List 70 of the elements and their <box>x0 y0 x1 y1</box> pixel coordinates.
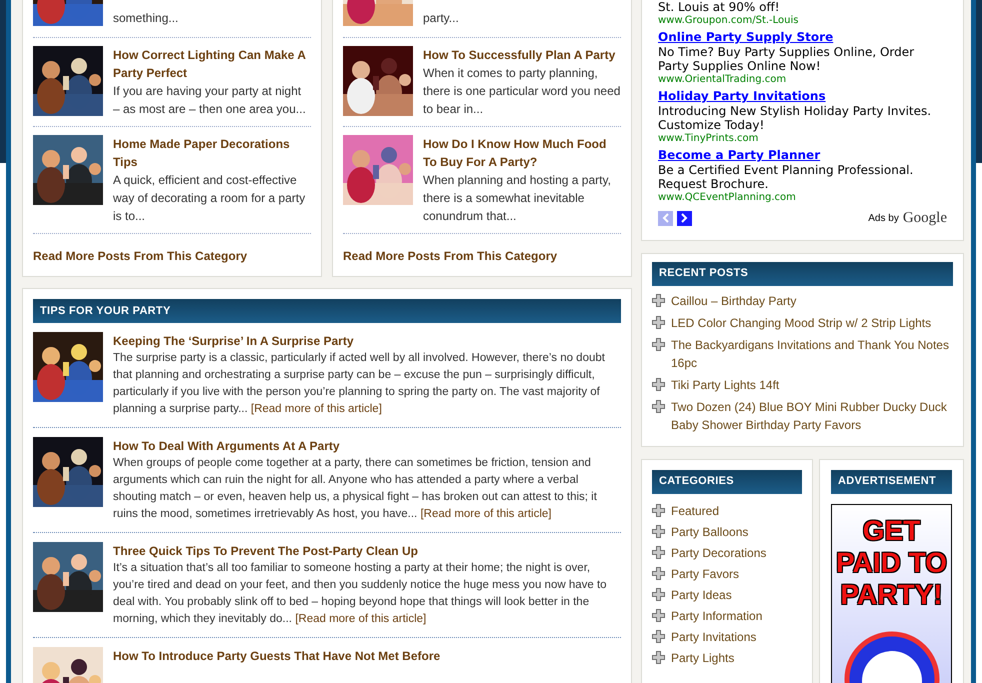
plus-icon <box>652 608 665 622</box>
post-excerpt: party... <box>423 10 459 27</box>
ads-attribution: Ads by <box>868 212 899 226</box>
read-more-link[interactable]: [Read more of this article] <box>420 508 552 520</box>
google-logo[interactable]: Google <box>902 207 947 230</box>
article-title[interactable]: How To Deal With Arguments At A Party <box>113 437 621 455</box>
banner-headline: GET PAID TO PARTY! <box>835 514 948 610</box>
read-more-link[interactable]: Read More Posts From This Category <box>343 249 558 263</box>
post-title[interactable]: Home Made Paper Decorations Tips <box>113 135 311 171</box>
post-excerpt: something... <box>113 10 178 27</box>
post-title[interactable]: How Do I Know How Much Food To Buy For A Party? <box>423 135 621 171</box>
read-more-link[interactable]: [Read more of this article] <box>295 613 426 625</box>
ad-title[interactable]: Holiday Party Invitations <box>658 89 947 104</box>
ad-url[interactable]: www.OrientalTrading.com <box>658 73 947 86</box>
plus-icon <box>652 400 665 412</box>
plus-icon <box>652 316 665 328</box>
plus-icon <box>652 504 665 516</box>
recent-post-link[interactable]: Caillou – Birthday Party <box>671 292 796 310</box>
recent-post-link[interactable]: The Backyardigans Invitations and Thank You Notes 16pc <box>671 336 953 372</box>
section-heading: TIPS FOR YOUR PARTY <box>33 299 621 323</box>
plus-icon <box>652 546 665 558</box>
chevron-right-icon <box>681 213 688 224</box>
post-excerpt: A quick, efficient and cost-effective way of decorating a room for a party is to... <box>113 172 306 225</box>
recent-post-link[interactable]: Two Dozen (24) Blue BOY Mini Rubber Ducky Duck Baby Shower Birthday Party Favors <box>671 398 953 434</box>
ad-description: St. Louis at 90% off! <box>658 0 781 14</box>
post-excerpt: When planning and hosting a party, there is a somewhat inevitable conundrum that... <box>423 172 612 225</box>
post-title[interactable]: How To Successfully Plan A Party <box>423 46 621 64</box>
post-title[interactable]: How Correct Lighting Can Make A Party Perfect <box>113 46 311 82</box>
chevron-left-icon <box>662 213 669 224</box>
category-link[interactable]: Party Ideas <box>671 586 732 604</box>
read-more-link[interactable]: Read More Posts From This Category <box>33 249 248 263</box>
article-excerpt: The surprise party is a classic, particularly if acted well by all involved. However, there’s no doubt that planning and orchestrating a surprise party can be – excuse the pun – surprisingly difficult, particularly if you live with the person you’re planning to spring the party on. The vast majority of planning a surprise party... [Read more of this article] <box>113 351 606 417</box>
plus-icon <box>652 588 665 600</box>
ad-url[interactable]: www.TinyPrints.com <box>658 132 947 145</box>
recent-post-link[interactable]: Tiki Party Lights 14ft <box>671 376 780 394</box>
ad-url[interactable]: www.Groupon.com/St.-Louis <box>658 14 947 27</box>
ad-description: Be a Certified Event Planning Professional. Request Brochure. <box>658 163 914 191</box>
article-title[interactable]: Three Quick Tips To Prevent The Post-Party Clean Up <box>113 542 621 560</box>
read-more-link[interactable]: [Read more of this article] <box>250 403 382 415</box>
ad-description: Introducing New Stylish Holiday Party Invites. Customize Today! <box>658 104 932 132</box>
category-link[interactable]: Party Balloons <box>671 522 748 540</box>
ad-url[interactable]: www.QCEventPlanning.com <box>658 191 947 204</box>
article-excerpt: When groups of people come together at a party, there can sometimes be friction, tension and arguments which can ruin the night for all. Anyone who has attended a party where a verbal shouting match – or even, heaven help us, a physical fight – has broken out can attest to this; it ruins the mood, sometimes irretrievably As host, you have... [Read more of this article] <box>113 456 598 522</box>
plus-icon <box>652 338 665 350</box>
next-button[interactable] <box>677 210 692 226</box>
plus-icon <box>652 566 665 580</box>
section-heading: RECENT POSTS <box>652 262 953 286</box>
category-link[interactable]: Party Lights <box>671 648 734 666</box>
article-title[interactable]: How To Introduce Party Guests That Have Not Met Before <box>113 647 440 665</box>
category-link[interactable]: Featured <box>671 502 720 520</box>
category-link[interactable]: Party Decorations <box>671 544 766 562</box>
recent-post-link[interactable]: LED Color Changing Mood Strip w/ 2 Strip Lights <box>671 314 932 332</box>
plus-icon <box>652 650 665 664</box>
section-heading: ADVERTISEMENT <box>831 470 952 494</box>
plus-icon <box>652 294 665 306</box>
article-title[interactable]: Keeping The ‘Surprise’ In A Surprise Party <box>113 332 621 350</box>
ad-title[interactable]: Online Party Supply Store <box>658 30 947 45</box>
plus-icon <box>652 630 665 642</box>
category-link[interactable]: Party Favors <box>671 564 740 582</box>
post-excerpt: When it comes to party planning, there is one particular word you need to bear in... <box>423 65 621 118</box>
section-heading: CATEGORIES <box>652 470 802 494</box>
plus-icon <box>652 378 665 390</box>
post-excerpt: If you are having your party at night – as most are – then one area you... <box>113 83 307 118</box>
category-link[interactable]: Party Information <box>671 606 762 624</box>
ad-banner[interactable]: GET PAID TO PARTY! <box>831 504 952 683</box>
ad-title[interactable]: Become a Party Planner <box>658 148 947 163</box>
article-excerpt: It’s a situation that’s all too familiar to someone hosting a party at their home; the night is over, you’re tired and dead on your feet, and then you suddenly notice the huge mess you now have to deal with. You probably slink off to bed – hoping beyond hope that things will look better in the morning, which they inevitably do... [Read more of this article] <box>113 561 608 627</box>
ad-description: No Time? Buy Party Supplies Online, Order Party Supplies Online Now! <box>658 45 916 73</box>
category-link[interactable]: Party Invitations <box>671 628 756 646</box>
plus-icon <box>652 524 665 538</box>
